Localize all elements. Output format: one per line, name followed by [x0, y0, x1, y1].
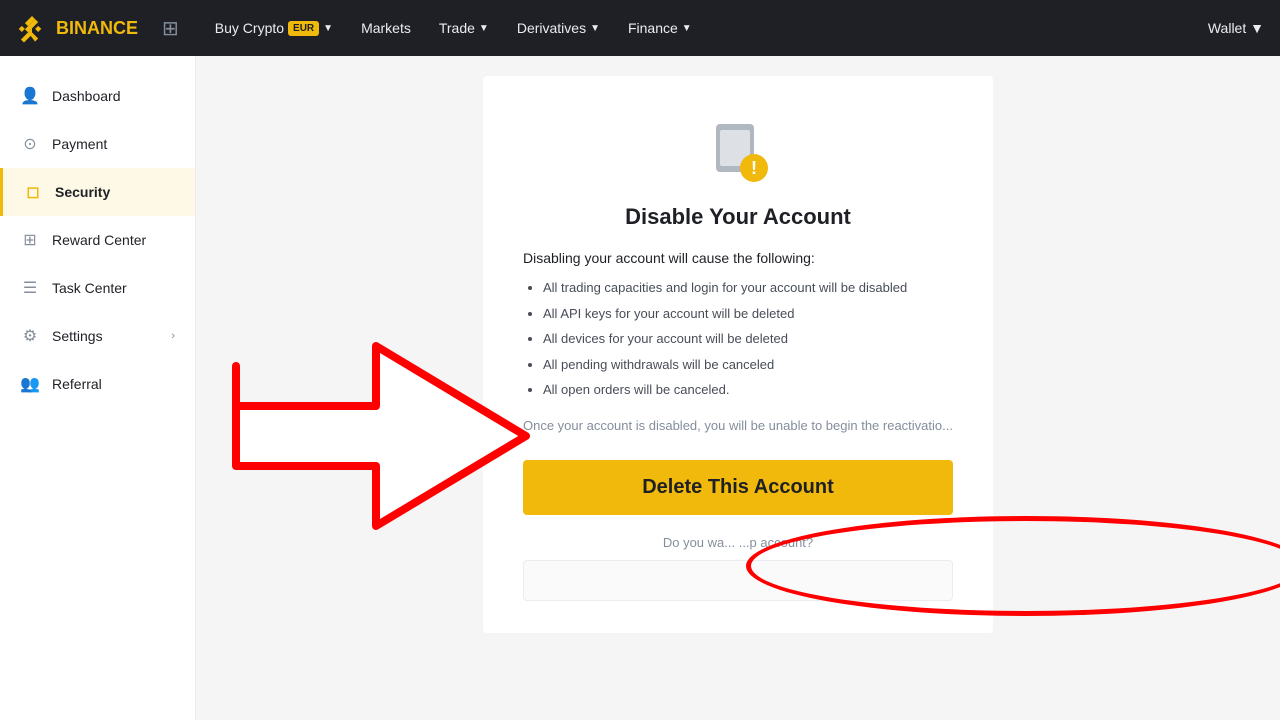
sidebar: 👤 Dashboard ⊙ Payment ◻ Security ⊞ Rewar…	[0, 56, 196, 720]
modal-question: Do you wa... ...p account?	[523, 535, 953, 550]
nav-markets[interactable]: Markets	[349, 12, 423, 44]
sidebar-item-settings[interactable]: ⚙ Settings ›	[0, 312, 195, 360]
wallet-chevron: ▼	[1250, 20, 1264, 36]
sidebar-item-reward-center[interactable]: ⊞ Reward Center	[0, 216, 195, 264]
nav-trade[interactable]: Trade ▼	[427, 12, 501, 44]
logo[interactable]: BINANCE	[16, 12, 138, 44]
logo-text: BINANCE	[56, 18, 138, 39]
top-navigation: BINANCE ⊞ Buy Crypto EUR ▼ Markets Trade…	[0, 0, 1280, 56]
account-warning-icon: !	[702, 116, 774, 188]
wallet-link[interactable]: Wallet ▼	[1208, 20, 1264, 36]
sidebar-item-referral[interactable]: 👥 Referral	[0, 360, 195, 408]
svg-text:!: !	[751, 158, 757, 178]
eur-badge: EUR	[288, 21, 319, 36]
settings-chevron: ›	[171, 330, 175, 342]
sidebar-item-task-center[interactable]: ☰ Task Center	[0, 264, 195, 312]
main-layout: 👤 Dashboard ⊙ Payment ◻ Security ⊞ Rewar…	[0, 56, 1280, 720]
nav-finance[interactable]: Finance ▼	[616, 12, 704, 44]
reward-icon: ⊞	[20, 230, 40, 250]
derivatives-chevron: ▼	[590, 23, 600, 34]
payment-icon: ⊙	[20, 134, 40, 154]
dashboard-icon: 👤	[20, 86, 40, 106]
disable-account-modal: ! Disable Your Account Disabling your ac…	[483, 76, 993, 633]
main-content: ! Disable Your Account Disabling your ac…	[196, 56, 1280, 720]
modal-title: Disable Your Account	[523, 204, 953, 230]
modal-icon-wrapper: !	[523, 116, 953, 188]
nav-links: Buy Crypto EUR ▼ Markets Trade ▼ Derivat…	[203, 12, 1184, 44]
delete-account-button[interactable]: Delete This Account	[523, 460, 953, 515]
grid-menu-icon[interactable]: ⊞	[162, 16, 179, 41]
nav-derivatives[interactable]: Derivatives ▼	[505, 12, 612, 44]
modal-subtitle: Disabling your account will cause the fo…	[523, 250, 953, 266]
task-icon: ☰	[20, 278, 40, 298]
confirm-input[interactable]	[523, 560, 953, 601]
buy-crypto-chevron: ▼	[323, 23, 333, 34]
finance-chevron: ▼	[682, 23, 692, 34]
list-item: All devices for your account will be del…	[543, 329, 953, 349]
trade-chevron: ▼	[479, 23, 489, 34]
nav-buy-crypto[interactable]: Buy Crypto EUR ▼	[203, 12, 345, 44]
sidebar-item-dashboard[interactable]: 👤 Dashboard	[0, 72, 195, 120]
list-item: All API keys for your account will be de…	[543, 304, 953, 324]
list-item: All open orders will be canceled.	[543, 380, 953, 400]
sidebar-item-payment[interactable]: ⊙ Payment	[0, 120, 195, 168]
list-item: All pending withdrawals will be canceled	[543, 355, 953, 375]
modal-note: Once your account is disabled, you will …	[523, 416, 953, 437]
settings-icon: ⚙	[20, 326, 40, 346]
sidebar-item-security[interactable]: ◻ Security	[0, 168, 195, 216]
list-item: All trading capacities and login for you…	[543, 278, 953, 298]
binance-logo-icon	[16, 12, 48, 44]
security-icon: ◻	[23, 182, 43, 202]
referral-icon: 👥	[20, 374, 40, 394]
modal-consequences-list: All trading capacities and login for you…	[523, 278, 953, 400]
topnav-right: Wallet ▼	[1208, 20, 1264, 36]
